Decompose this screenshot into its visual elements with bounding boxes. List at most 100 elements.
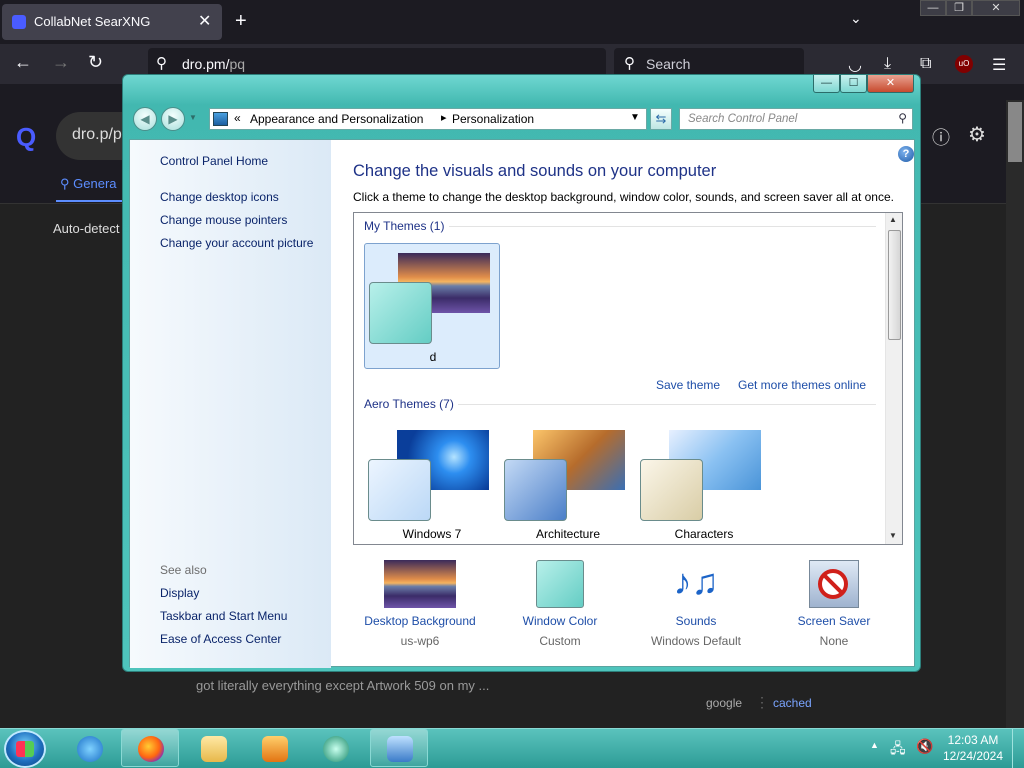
desktop-background-link[interactable]: Desktop Background [350, 614, 490, 628]
screen-saver-link[interactable]: Screen Saver [764, 614, 904, 628]
start-orb-icon[interactable] [4, 730, 46, 768]
back-icon[interactable]: ← [14, 52, 32, 73]
info-icon[interactable]: ⓘ [932, 124, 950, 150]
result-separator: ⋮ [755, 694, 769, 710]
media-center-icon [323, 736, 349, 762]
theme-characters[interactable]: Characters [636, 421, 772, 544]
media-player-icon [262, 736, 288, 762]
back-icon[interactable]: ◀ [133, 107, 157, 131]
page-title: Change the visuals and sounds on your co… [353, 162, 717, 180]
ie-icon [77, 736, 103, 762]
theme-list-scrollbar[interactable]: ▲ ▼ [885, 213, 902, 544]
save-theme-link[interactable]: Save theme [656, 378, 720, 392]
theme-color-swatch [504, 459, 567, 521]
breadcrumb-chevron-icon[interactable]: ▸ [441, 111, 447, 124]
window-maximize-button[interactable]: ☐ [840, 75, 867, 93]
settings-gear-icon[interactable]: ⚙ [968, 122, 986, 147]
explorer-icon [201, 736, 227, 762]
theme-windows-7[interactable]: Windows 7 [364, 421, 500, 544]
control-panel-icon [213, 112, 228, 126]
taskbar-media-player-button[interactable] [245, 729, 303, 767]
searxng-logo-icon[interactable]: Q [16, 122, 36, 153]
show-desktop-button[interactable] [1012, 729, 1024, 768]
window-color-link[interactable]: Window Color [490, 614, 630, 628]
category-tab-general[interactable]: ⚲ Genera [60, 176, 117, 192]
theme-d[interactable]: d [364, 243, 500, 369]
theme-architecture[interactable]: Architecture [500, 421, 636, 544]
control-panel-home-link[interactable]: Control Panel Home [160, 154, 268, 168]
window-content: Control Panel Home Change desktop icons … [129, 139, 915, 668]
language-auto-detect[interactable]: Auto-detect [53, 221, 120, 236]
address-bar[interactable]: « Appearance and Personalization ▸ Perso… [209, 108, 647, 130]
browser-restore-button[interactable]: ❐ [946, 0, 972, 16]
page-scrollbar-thumb[interactable] [1008, 102, 1022, 162]
theme-name: Windows 7 [402, 527, 462, 541]
theme-color-swatch [368, 459, 431, 521]
group-divider [458, 404, 876, 405]
task-pane: Control Panel Home Change desktop icons … [130, 140, 331, 668]
desktop-background-icon [384, 560, 456, 608]
browser-tab[interactable]: CollabNet SearXNG ✕ [2, 4, 222, 40]
scroll-down-icon[interactable]: ▼ [889, 531, 897, 540]
window-color-icon [536, 560, 584, 608]
address-overflow-icon[interactable]: « [234, 111, 241, 125]
show-hidden-icons-icon[interactable]: ▲ [870, 740, 879, 750]
volume-muted-icon[interactable]: 🔇 [916, 738, 933, 755]
browser-close-button[interactable]: ✕ [972, 0, 1020, 16]
explorer-nav-bar: ◀ ▶ ▼ « Appearance and Personalization ▸… [131, 105, 914, 133]
forward-icon[interactable]: → [52, 52, 70, 73]
desktop-background-item[interactable]: Desktop Background us-wp6 [350, 560, 490, 648]
network-icon[interactable]: 🖧 [890, 738, 906, 762]
forward-icon[interactable]: ▶ [161, 107, 185, 131]
display-link[interactable]: Display [160, 586, 199, 600]
window-color-item[interactable]: Window Color Custom [490, 560, 630, 648]
extensions-icon[interactable]: ⧉ [920, 55, 931, 73]
control-panel-icon [387, 736, 413, 762]
aero-themes-group-label: Aero Themes (7) [364, 397, 454, 411]
change-mouse-pointers-link[interactable]: Change mouse pointers [160, 213, 287, 227]
pocket-icon[interactable]: ◡ [848, 55, 862, 75]
cached-link[interactable]: cached [773, 696, 812, 710]
window-color-value: Custom [539, 634, 581, 648]
browser-minimize-button[interactable]: — [920, 0, 946, 16]
sounds-item[interactable]: ♪♫ Sounds Windows Default [626, 560, 766, 648]
list-all-tabs-icon[interactable]: ⌄ [850, 10, 862, 27]
url-path: pq [229, 56, 246, 72]
page-description: Click a theme to change the desktop back… [353, 190, 894, 204]
taskbar-media-center-button[interactable] [306, 729, 364, 767]
window-close-button[interactable]: ✕ [867, 75, 914, 93]
change-account-picture-link[interactable]: Change your account picture [160, 236, 313, 250]
recent-pages-chevron-down-icon[interactable]: ▼ [189, 113, 197, 122]
search-icon[interactable]: ⚲ [898, 111, 907, 125]
ublock-icon[interactable]: uO [955, 55, 973, 73]
taskbar-ie-button[interactable] [60, 729, 118, 767]
sounds-link[interactable]: Sounds [626, 614, 766, 628]
menu-icon[interactable]: ☰ [992, 55, 1006, 75]
screen-saver-item[interactable]: Screen Saver None [764, 560, 904, 648]
address-dropdown-chevron-down-icon[interactable]: ▼ [630, 112, 640, 123]
download-icon[interactable]: ⤓ [884, 55, 891, 73]
breadcrumb-personalization[interactable]: Personalization [452, 112, 534, 126]
taskbar-firefox-button[interactable] [121, 729, 179, 767]
scroll-up-icon[interactable]: ▲ [889, 215, 897, 224]
change-desktop-icons-link[interactable]: Change desktop icons [160, 190, 279, 204]
breadcrumb-appearance[interactable]: Appearance and Personalization [250, 112, 423, 126]
theme-list[interactable]: My Themes (1) d Save theme Get more them… [353, 212, 903, 545]
taskbar-clock[interactable]: 12:03 AM 12/24/2024 [938, 732, 1008, 764]
taskbar-explorer-button[interactable] [184, 729, 242, 767]
sounds-icon: ♪♫ [673, 561, 719, 602]
page-scrollbar[interactable] [1006, 100, 1024, 728]
taskbar-control-panel-button[interactable] [370, 729, 428, 767]
ease-of-access-link[interactable]: Ease of Access Center [160, 632, 281, 646]
new-tab-button[interactable]: + [235, 10, 247, 33]
help-icon[interactable]: ? [898, 146, 914, 162]
window-minimize-button[interactable]: — [813, 75, 840, 93]
tab-close-icon[interactable]: ✕ [198, 11, 211, 31]
screen-saver-icon [809, 560, 859, 608]
get-more-themes-link[interactable]: Get more themes online [738, 378, 866, 392]
taskbar-start-menu-link[interactable]: Taskbar and Start Menu [160, 609, 287, 623]
control-panel-search-input[interactable]: Search Control Panel ⚲ [679, 108, 913, 130]
refresh-icon[interactable]: ⇆ [650, 108, 672, 130]
reload-icon[interactable]: ↻ [88, 52, 103, 73]
scrollbar-thumb[interactable] [888, 230, 901, 340]
